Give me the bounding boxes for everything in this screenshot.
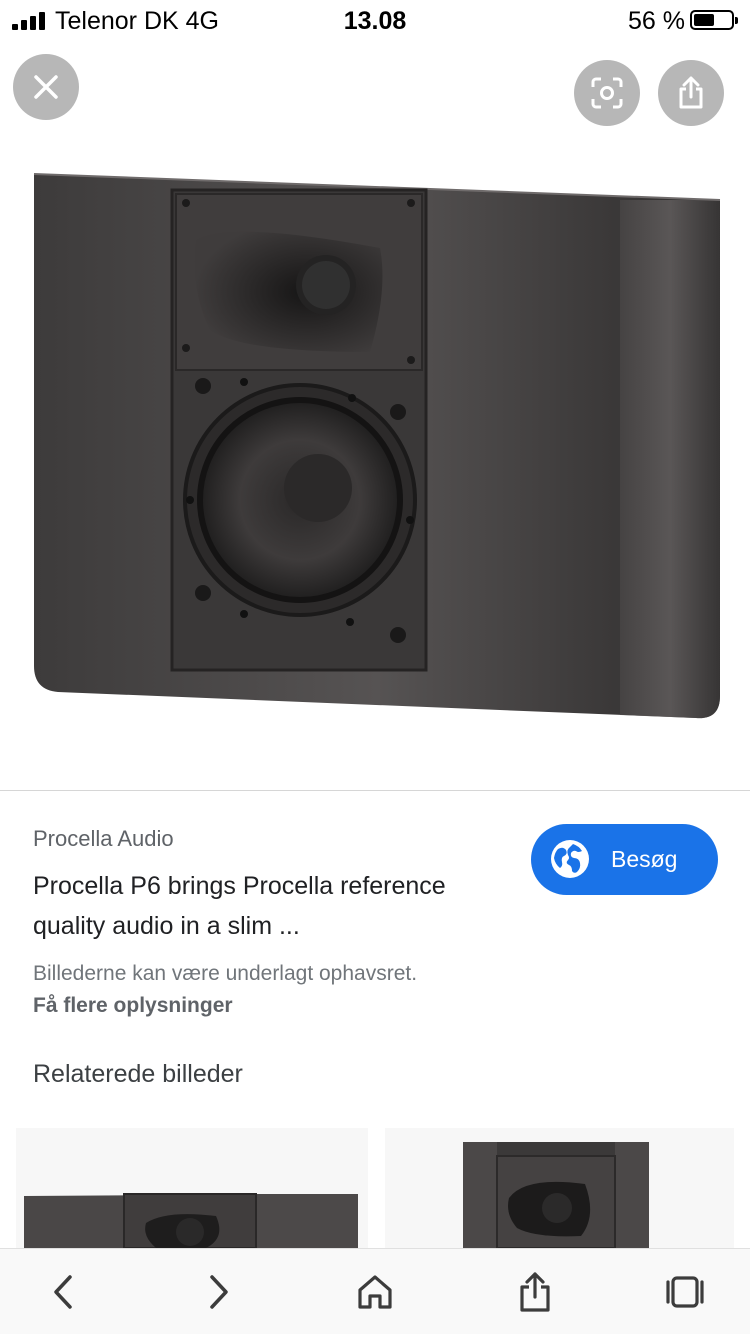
share-icon (679, 76, 703, 109)
result-title[interactable]: Procella P6 brings Procella reference qu… (33, 866, 503, 946)
chevron-right-icon (210, 1275, 228, 1309)
more-info-link[interactable]: Få flere oplysninger (33, 994, 233, 1018)
close-icon (34, 75, 58, 99)
result-source[interactable]: Procella Audio (33, 826, 174, 852)
related-thumbnail[interactable] (385, 1128, 734, 1248)
bottom-toolbar (0, 1248, 750, 1334)
share-button[interactable] (658, 60, 724, 126)
tabs-icon (666, 1276, 704, 1308)
visit-button[interactable]: Besøg (531, 824, 718, 895)
related-thumbnail[interactable] (16, 1128, 368, 1248)
lens-icon (591, 77, 623, 109)
battery-icon (690, 10, 738, 30)
forward-button[interactable] (194, 1267, 244, 1317)
speaker-thumbnail-image (16, 1128, 368, 1248)
battery-fill (694, 14, 714, 26)
chevron-left-icon (54, 1275, 72, 1309)
home-icon (358, 1275, 392, 1309)
related-heading: Relaterede billeder (33, 1060, 243, 1088)
tabs-button[interactable] (660, 1267, 710, 1317)
speaker-image (33, 173, 721, 719)
share-icon (520, 1272, 550, 1312)
battery-percent: 56 % (628, 7, 685, 35)
copyright-notice: Billederne kan være underlagt ophavsret. (33, 962, 418, 985)
back-button[interactable] (38, 1267, 88, 1317)
status-bar: Telenor DK 4G 13.08 56 % (0, 0, 750, 44)
divider (0, 790, 750, 791)
share-page-button[interactable] (510, 1267, 560, 1317)
globe-icon (551, 840, 589, 878)
lens-button[interactable] (574, 60, 640, 126)
preview-image[interactable] (0, 130, 750, 790)
close-button[interactable] (13, 54, 79, 120)
visit-button-label: Besøg (611, 846, 678, 872)
speaker-thumbnail-image (385, 1128, 734, 1248)
home-button[interactable] (350, 1267, 400, 1317)
